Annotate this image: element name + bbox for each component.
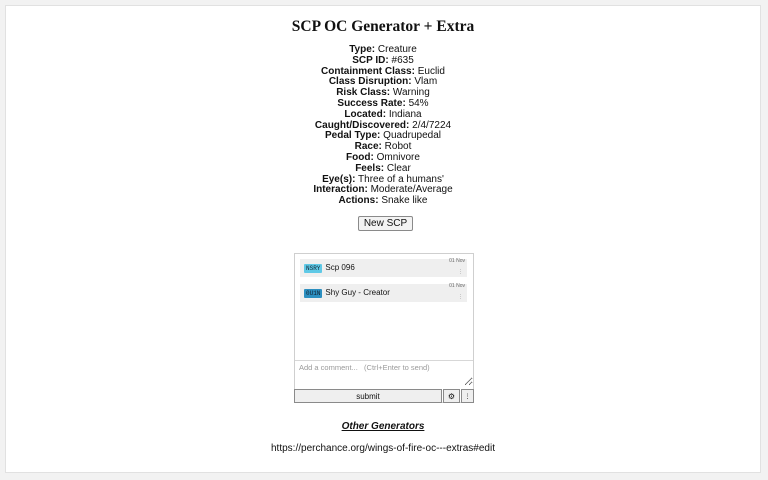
field-value: #635 (391, 54, 414, 66)
field-label: Eye(s): (322, 173, 356, 185)
user-badge: 0U1N (304, 288, 323, 298)
field-row: Actions: Snake like (6, 195, 760, 207)
field-value: Moderate/Average (370, 184, 453, 196)
page-title: SCP OC Generator + Extra (291, 18, 475, 35)
field-label: Caught/Discovered: (314, 119, 410, 131)
field-value: Creature (377, 44, 417, 55)
field-value: Quadrupedal (383, 130, 441, 142)
field-label: Interaction: (313, 184, 368, 196)
field-value: Three of a humans' (358, 173, 444, 185)
field-value: 2/4/7224 (412, 119, 452, 131)
comment-menu-icon[interactable]: ⋮ (458, 269, 463, 275)
comment-item: NSRY Scp 096 01 Nov ⋮ (300, 258, 467, 277)
field-value: Robot (384, 141, 412, 153)
field-value: Omnivore (376, 151, 420, 163)
more-options-icon[interactable]: ⋮ (461, 389, 474, 403)
page-card: SCP OC Generator + Extra Type: Creature S… (5, 5, 761, 473)
field-label: Race: (354, 141, 382, 153)
field-value: Indiana (388, 108, 422, 120)
comment-time: 01 Nov (449, 283, 465, 289)
field-label: Food: (346, 151, 374, 163)
field-value: 54% (408, 97, 429, 109)
new-scp-button[interactable]: New SCP (358, 216, 413, 231)
comment-text: Scp 096 (325, 263, 355, 272)
user-badge: NSRY (304, 263, 323, 273)
field-value: Vlam (414, 76, 438, 88)
other-generators-link[interactable]: Other Generators (6, 421, 760, 432)
comment-item: 0U1N Shy Guy - Creator 01 Nov ⋮ (300, 283, 467, 302)
field-label: Located: (344, 108, 387, 120)
field-label: Class Disruption: (328, 76, 412, 88)
field-value: Euclid (417, 65, 445, 77)
comment-input[interactable] (295, 360, 473, 386)
field-label: Feels: (355, 162, 385, 174)
field-label: Success Rate: (337, 97, 406, 109)
field-value: Snake like (381, 195, 428, 207)
edit-url[interactable]: https://perchance.org/wings-of-fire-oc--… (6, 443, 760, 454)
comment-time: 01 Nov (449, 258, 465, 264)
field-label: Type: (349, 44, 376, 55)
scp-fields: Type: Creature SCP ID: #635 Containment Cl… (6, 44, 760, 207)
field-value: Warning (392, 87, 430, 99)
submit-button[interactable]: submit (294, 389, 442, 403)
comment-menu-icon[interactable]: ⋮ (458, 294, 463, 300)
comments-panel: NSRY Scp 096 01 Nov ⋮ 0U1N Shy Guy - Creat… (294, 253, 474, 403)
comment-text: Shy Guy - Creator (325, 288, 390, 297)
field-label: Pedal Type: (325, 130, 381, 142)
field-label: Risk Class: (336, 87, 391, 99)
field-label: Containment Class: (321, 65, 415, 77)
field-value: Clear (386, 162, 411, 174)
field-label: SCP ID: (352, 54, 389, 66)
field-label: Actions: (338, 195, 379, 207)
gear-icon[interactable]: ⚙ (443, 389, 460, 403)
